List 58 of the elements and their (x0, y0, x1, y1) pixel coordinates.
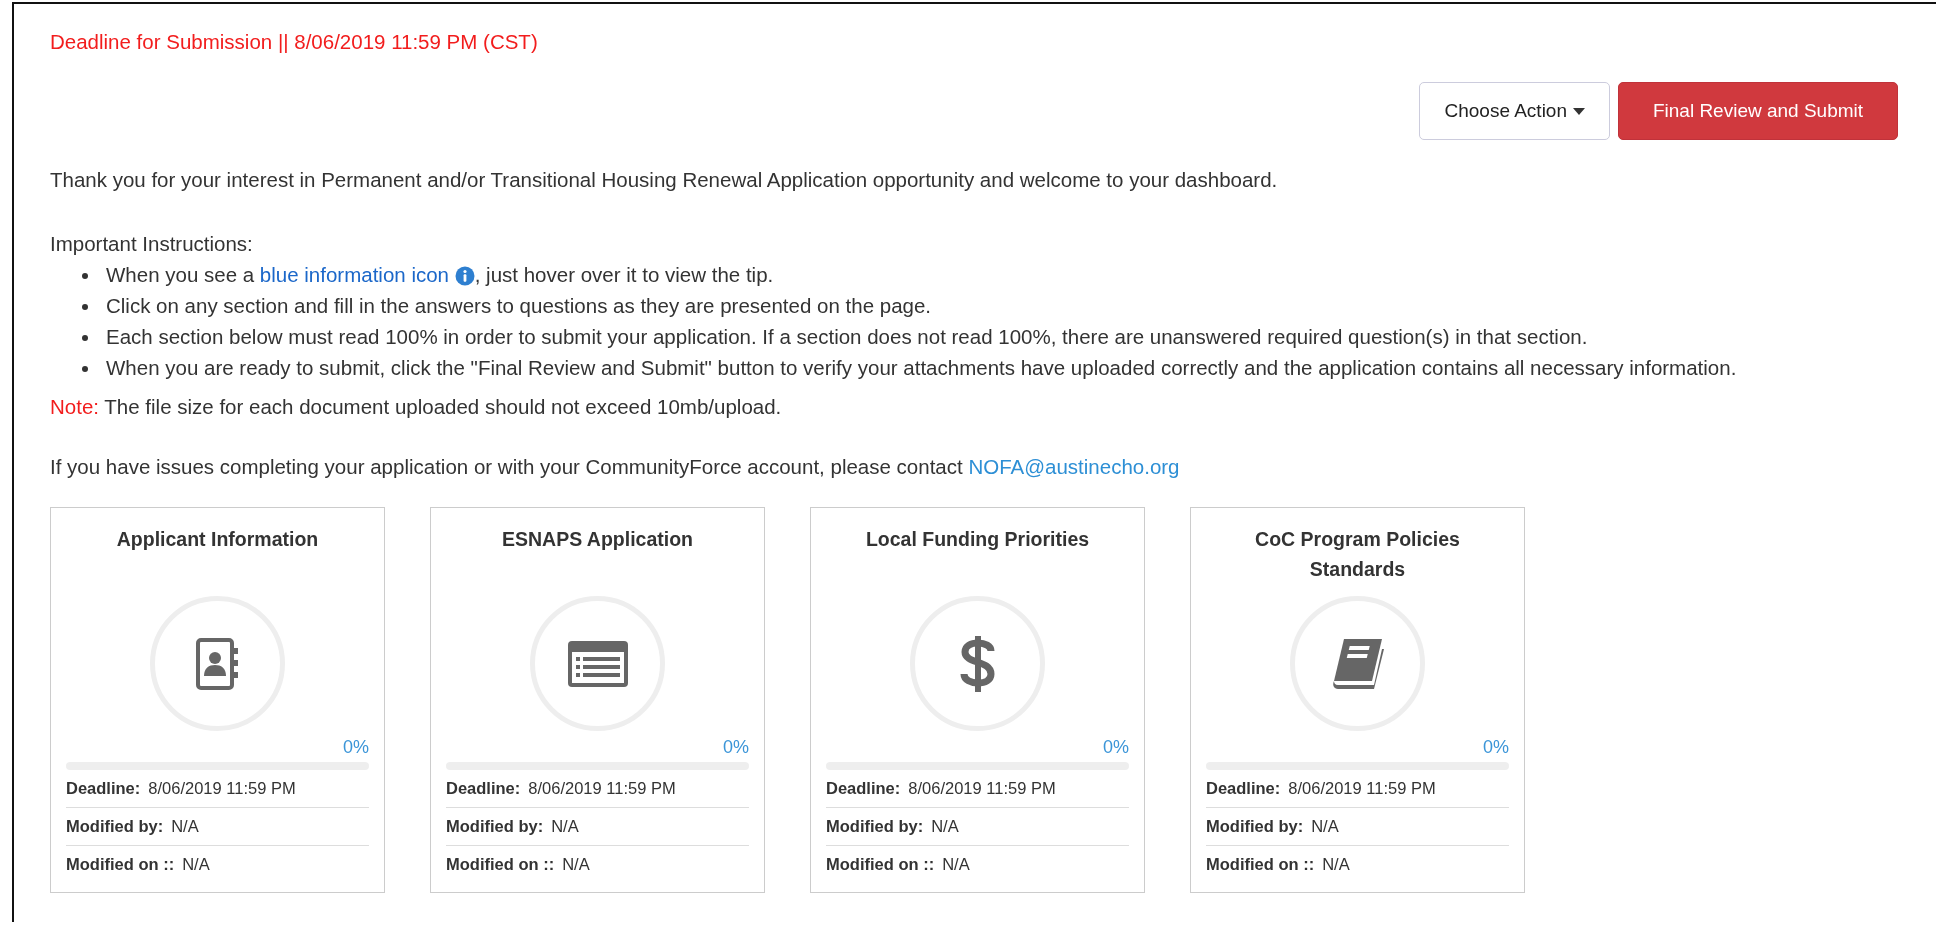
progress-percent: 0% (722, 737, 749, 758)
progress-percent: 0% (342, 737, 369, 758)
field-label: Modified by: (66, 817, 164, 836)
field-value: N/A (1322, 855, 1350, 874)
field-value: 8/06/2019 11:59 PM (148, 779, 296, 798)
field-value: N/A (182, 855, 210, 874)
info-link[interactable]: blue information icon (259, 263, 449, 286)
contact-text: If you have issues completing your application or with your CommunityForce account, please contact NOFA@austinecho.org (50, 455, 1181, 479)
field-value: N/A (1311, 817, 1339, 836)
instructions-heading: Important Instructions: (50, 231, 254, 257)
field-value: N/A (942, 855, 970, 874)
progress-percent: 0% (1102, 737, 1129, 758)
section-title: ESNAPS Application (500, 527, 695, 552)
email-link[interactable]: NOFA@austinecho.org (968, 455, 1180, 478)
bullet-icon (82, 273, 88, 279)
choose-action-dropdown[interactable]: Choose Action (1419, 82, 1610, 140)
instruction-text: Each section below must read 100% in order to submit your application. If a section does not read 100%, there are unanswered required question(s) in that section. (106, 324, 1588, 350)
instruction-text: Click on any section and fill in the answers to questions as they are presented on the page. (106, 293, 932, 319)
field-value: N/A (551, 817, 579, 836)
bullet-icon (82, 366, 88, 372)
section-title: CoC Program Policies Standards (1254, 527, 1461, 582)
deadline-text: Deadline for Submission || 8/06/2019 11:59 PM (CST) (50, 30, 538, 53)
intro-text: Thank you for your interest in Permanent and/or Transitional Housing Renewal Application opportunity and welcome to your dashboard. (50, 168, 1279, 192)
dollar-icon (959, 633, 996, 694)
section-title: Local Funding Priorities (864, 527, 1091, 552)
bullet-icon (82, 335, 88, 341)
contact-book-icon (195, 637, 240, 690)
field-label: Modified on :: (826, 855, 935, 874)
field-label: Deadline: (1206, 779, 1281, 798)
field-value: 8/06/2019 11:59 PM (528, 779, 676, 798)
note-text: Note: The file size for each document uploaded should not exceed 10mb/upload. (50, 395, 783, 419)
field-value: N/A (171, 817, 199, 836)
instruction-text: When you are ready to submit, click the "Final Review and Submit" button to verify your attachments have uploaded correctly and the application contains all necessary information. (106, 355, 1737, 381)
field-label: Modified by: (1206, 817, 1304, 836)
field-value: 8/06/2019 11:59 PM (908, 779, 1056, 798)
field-value: N/A (931, 817, 959, 836)
submit-button[interactable]: Final Review and Submit (1618, 82, 1898, 140)
progress-percent: 0% (1482, 737, 1509, 758)
section-card[interactable]: Local Funding Priorities 0% Deadline: 8/06/2019 11:59 PM Modified by: N/A Modified on :: N/A (810, 507, 1145, 893)
list-icon (567, 640, 628, 687)
section-card[interactable]: CoC Program Policies Standards 0% Deadline: 8/06/2019 11:59 PM Modified by: N/A Modified on :: N/A (1190, 507, 1525, 893)
field-label: Modified by: (826, 817, 924, 836)
field-label: Modified on :: (66, 855, 175, 874)
info-icon (454, 266, 475, 286)
bullet-icon (82, 304, 88, 310)
section-card[interactable]: ESNAPS Application 0% Deadline: 8/06/2019 11:59 PM Modified by: N/A Modified on :: N/A (430, 507, 765, 893)
field-label: Deadline: (446, 779, 521, 798)
field-label: Deadline: (66, 779, 141, 798)
field-label: Modified by: (446, 817, 544, 836)
field-value: 8/06/2019 11:59 PM (1288, 779, 1436, 798)
section-card[interactable]: Applicant Information 0% Deadline: 8/06/2019 11:59 PM Modified by: N/A Modified on :: N/A (50, 507, 385, 893)
field-label: Modified on :: (1206, 855, 1315, 874)
field-label: Deadline: (826, 779, 901, 798)
instruction-text: When you see a blue information icon , just hover over it to view the tip. (106, 262, 774, 288)
field-value: N/A (562, 855, 590, 874)
section-title: Applicant Information (115, 527, 320, 552)
field-label: Modified on :: (446, 855, 555, 874)
caret-icon (1573, 107, 1585, 115)
